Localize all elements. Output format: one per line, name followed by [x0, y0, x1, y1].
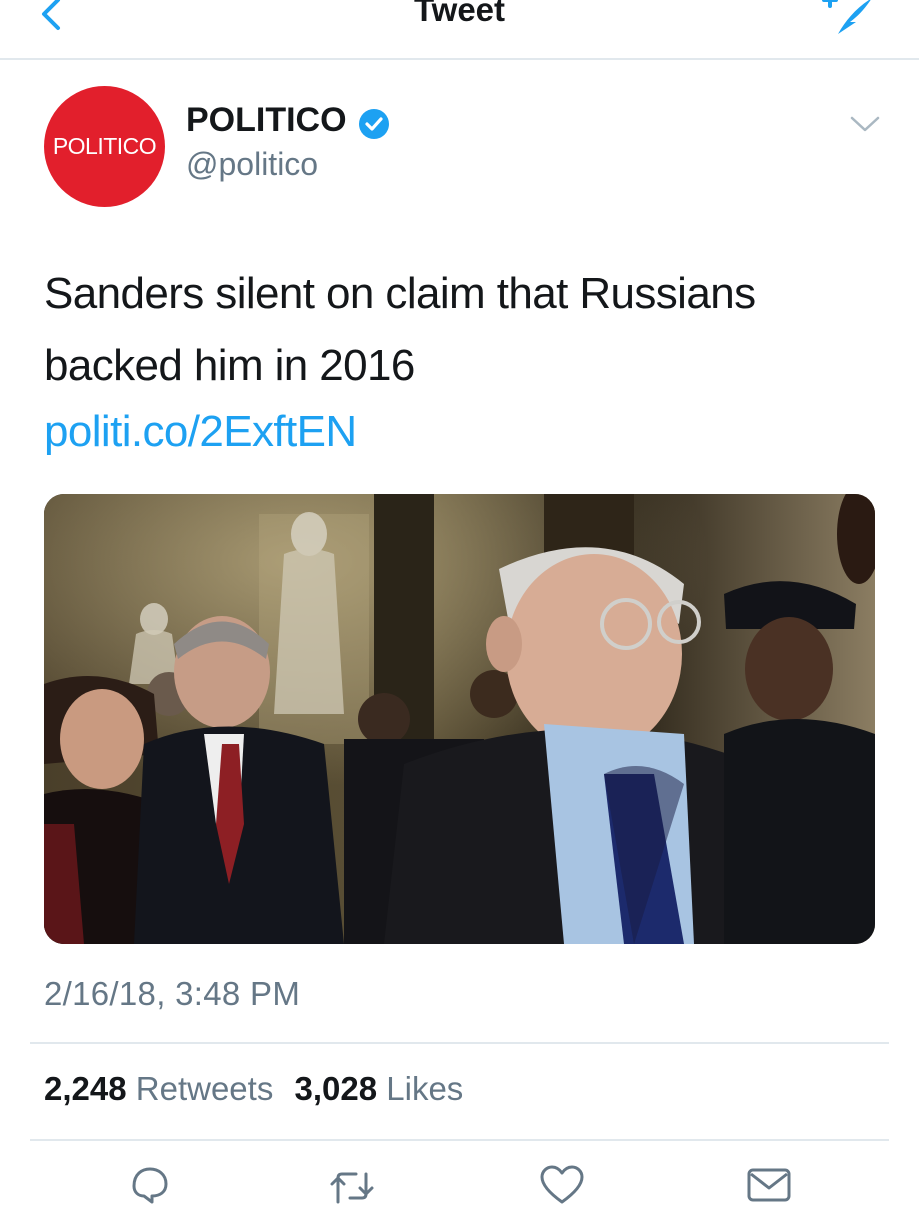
likes-count: 3,028 [294, 1070, 378, 1107]
retweets-stat[interactable]: 2,248 Retweets [44, 1070, 273, 1107]
retweets-label: Retweets [135, 1070, 274, 1107]
share-button[interactable] [745, 1164, 793, 1204]
verified-badge-icon [359, 109, 389, 139]
author-handle[interactable]: @politico [186, 146, 318, 183]
retweet-icon [330, 1172, 374, 1204]
tweet-link[interactable]: politi.co/2ExftEN [44, 402, 357, 462]
compose-tweet-icon [822, 0, 871, 34]
retweet-button[interactable] [328, 1164, 376, 1204]
share-icon [747, 1168, 791, 1202]
retweets-count: 2,248 [44, 1070, 127, 1107]
tweet-stats: 2,248 Retweets 3,028 Likes [44, 1070, 475, 1108]
photo-image [44, 494, 875, 944]
like-button[interactable] [538, 1164, 586, 1204]
tweet-timestamp: 2/16/18, 3:48 PM [44, 975, 301, 1012]
chevron-down-icon [850, 116, 880, 132]
nav-bar: Tweet [0, 0, 919, 60]
reply-button[interactable] [126, 1164, 174, 1204]
tweet-photo[interactable] [44, 494, 875, 944]
avatar-logo-text: POLITICO [52, 133, 157, 159]
divider [30, 1042, 889, 1044]
likes-label: Likes [386, 1070, 464, 1107]
compose-tweet-button[interactable] [818, 0, 874, 38]
likes-stat[interactable]: 3,028 Likes [295, 1070, 464, 1107]
tweet-text: Sanders silent on claim that Russians ba… [44, 269, 756, 390]
tweet-options-button[interactable] [848, 112, 882, 136]
author-display-name[interactable]: POLITICO [186, 101, 347, 140]
page-title: Tweet [413, 0, 506, 28]
avatar[interactable]: POLITICO [44, 86, 165, 207]
divider [30, 1139, 889, 1141]
like-icon [540, 1165, 584, 1204]
reply-icon [132, 1167, 168, 1204]
